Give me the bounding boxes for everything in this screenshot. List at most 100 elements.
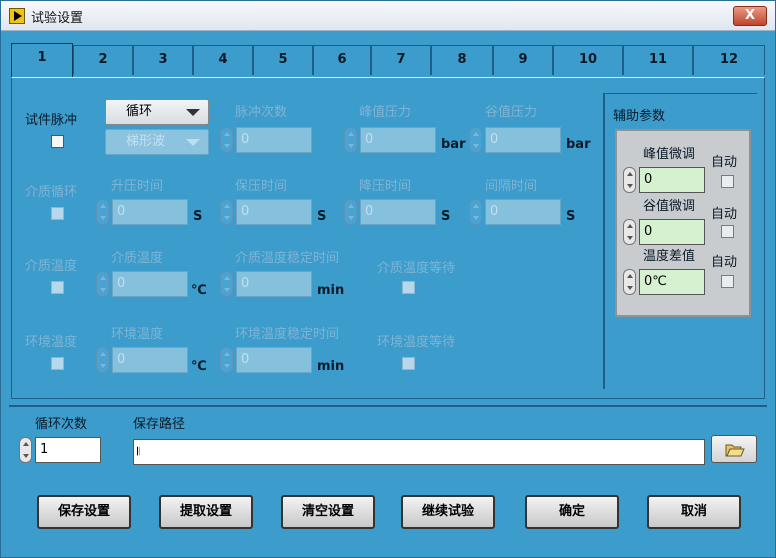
drop-time-input[interactable]: 0 — [344, 199, 436, 225]
valley-adjust-label: 谷值微调 — [643, 199, 696, 214]
env-stable-unit: min — [317, 359, 345, 374]
peak-pressure-input[interactable]: 0 — [344, 127, 436, 153]
spin-arrows-icon[interactable] — [469, 199, 482, 225]
valley-adjust-input[interactable]: 0 — [623, 219, 705, 245]
pulse-checkbox[interactable] — [51, 135, 64, 148]
valley-unit: bar — [566, 137, 591, 152]
tab-8[interactable]: 8 — [431, 45, 493, 75]
env-temp-checkbox[interactable] — [51, 357, 64, 370]
peak-auto-checkbox[interactable] — [721, 175, 734, 188]
dialog-window: 试验设置 X 1 2 3 4 5 6 7 8 9 10 11 12 试件脉冲 循环 梯形波 脉冲次数 … — [0, 0, 776, 558]
aux-title: 辅助参数 — [613, 109, 666, 124]
env-wait-checkbox[interactable] — [402, 357, 415, 370]
temp-diff-input[interactable]: 0℃ — [623, 269, 705, 295]
pulse-count-label: 脉冲次数 — [235, 105, 288, 120]
ok-button[interactable]: 确定 — [525, 495, 619, 529]
pulse-count-input[interactable]: 0 — [220, 127, 312, 153]
hold-time-input[interactable]: 0 — [220, 199, 312, 225]
valley-auto-label: 自动 — [711, 207, 738, 222]
env-temp-input[interactable]: 0 — [96, 347, 188, 373]
tab-5[interactable]: 5 — [253, 45, 313, 75]
clear-settings-button[interactable]: 清空设置 — [281, 495, 375, 529]
tab-strip: 1 2 3 4 5 6 7 8 9 10 11 12 — [11, 43, 765, 77]
temp-diff-auto-checkbox[interactable] — [721, 275, 734, 288]
rise-time-label: 升压时间 — [111, 179, 164, 194]
cycles-label: 循环次数 — [35, 417, 88, 432]
wave-ring[interactable]: 梯形波 — [105, 129, 209, 155]
medium-temp-label: 介质温度 — [25, 259, 78, 274]
spin-arrows-icon[interactable] — [623, 269, 636, 295]
valley-pressure-input[interactable]: 0 — [469, 127, 561, 153]
load-settings-button[interactable]: 提取设置 — [159, 495, 253, 529]
medium-temp-checkbox[interactable] — [51, 281, 64, 294]
temp-diff-label: 温度差值 — [643, 249, 696, 264]
rise-unit: S — [193, 209, 203, 224]
chevron-down-icon — [186, 139, 200, 146]
spin-arrows-icon[interactable] — [96, 347, 109, 373]
chevron-down-icon — [186, 109, 200, 116]
tab-9[interactable]: 9 — [493, 45, 553, 75]
medium-stable-label: 介质温度稳定时间 — [235, 251, 340, 266]
medium-stable-input[interactable]: 0 — [220, 271, 312, 297]
medium-stable-unit: min — [317, 283, 345, 298]
drop-unit: S — [441, 209, 451, 224]
save-path-input[interactable]: 𝄃 — [133, 439, 705, 465]
env-temp-value-label: 环境温度 — [111, 327, 164, 342]
valley-auto-checkbox[interactable] — [721, 225, 734, 238]
peak-auto-label: 自动 — [711, 155, 738, 170]
temp-diff-auto-label: 自动 — [711, 255, 738, 270]
peak-adjust-label: 峰值微调 — [643, 147, 696, 162]
tab-10[interactable]: 10 — [553, 45, 623, 75]
spin-arrows-icon[interactable] — [220, 347, 233, 373]
medium-temp-input[interactable]: 0 — [96, 271, 188, 297]
valley-pressure-label: 谷值压力 — [485, 105, 538, 120]
continue-test-button[interactable]: 继续试验 — [401, 495, 495, 529]
tab-12[interactable]: 12 — [693, 45, 765, 75]
browse-folder-button[interactable] — [711, 435, 757, 463]
spin-arrows-icon[interactable] — [96, 199, 109, 225]
spin-arrows-icon[interactable] — [96, 271, 109, 297]
tab-6[interactable]: 6 — [313, 45, 371, 75]
peak-unit: bar — [441, 137, 466, 152]
spin-arrows-icon[interactable] — [623, 219, 636, 245]
save-path-label: 保存路径 — [133, 417, 186, 432]
tab-1[interactable]: 1 — [11, 43, 73, 77]
spin-arrows-icon[interactable] — [220, 199, 233, 225]
medium-cycle-checkbox[interactable] — [51, 207, 64, 220]
env-stable-label: 环境温度稳定时间 — [235, 327, 340, 342]
spin-arrows-icon[interactable] — [469, 127, 482, 153]
save-settings-button[interactable]: 保存设置 — [37, 495, 131, 529]
tab-11[interactable]: 11 — [623, 45, 693, 75]
hold-unit: S — [317, 209, 327, 224]
spin-arrows-icon[interactable] — [344, 199, 357, 225]
env-temp-label: 环境温度 — [25, 335, 78, 350]
wave-ring-value: 梯形波 — [126, 134, 166, 149]
tab-7[interactable]: 7 — [371, 45, 431, 75]
divider — [9, 405, 767, 407]
peak-pressure-label: 峰值压力 — [359, 105, 412, 120]
mode-ring-value: 循环 — [126, 104, 153, 119]
medium-temp-unit: ℃ — [191, 283, 207, 298]
medium-cycle-label: 介质循环 — [25, 185, 78, 200]
cancel-button[interactable]: 取消 — [647, 495, 741, 529]
interval-unit: S — [566, 209, 576, 224]
medium-wait-checkbox[interactable] — [402, 281, 415, 294]
tab-2[interactable]: 2 — [73, 45, 133, 75]
spin-arrows-icon[interactable] — [19, 437, 32, 463]
close-button[interactable]: X — [733, 6, 767, 26]
mode-ring[interactable]: 循环 — [105, 99, 209, 125]
path-icon: 𝄃 — [137, 445, 140, 458]
interval-time-input[interactable]: 0 — [469, 199, 561, 225]
spin-arrows-icon[interactable] — [220, 127, 233, 153]
labview-run-icon — [9, 8, 25, 24]
spin-arrows-icon[interactable] — [220, 271, 233, 297]
peak-adjust-input[interactable]: 0 — [623, 167, 705, 193]
spin-arrows-icon[interactable] — [344, 127, 357, 153]
env-stable-input[interactable]: 0 — [220, 347, 312, 373]
spin-arrows-icon[interactable] — [623, 167, 636, 193]
rise-time-input[interactable]: 0 — [96, 199, 188, 225]
drop-time-label: 降压时间 — [359, 179, 412, 194]
cycles-input[interactable]: 1 — [19, 437, 101, 463]
tab-4[interactable]: 4 — [193, 45, 253, 75]
tab-3[interactable]: 3 — [133, 45, 193, 75]
